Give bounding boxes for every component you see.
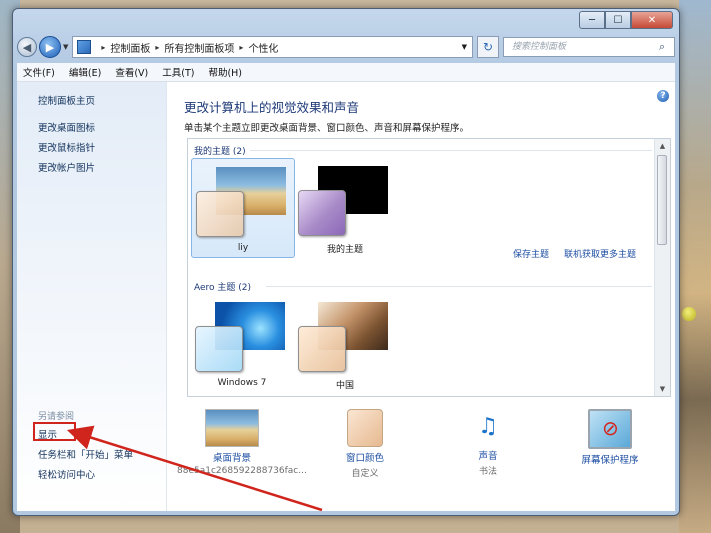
theme-name: 中国 — [335, 381, 354, 391]
window-color-value: 自定义 — [351, 469, 379, 479]
screen-saver-button[interactable]: 屏幕保护程序 — [555, 407, 665, 468]
sidebar-home-link[interactable]: 控制面板主页 — [38, 93, 95, 107]
page-title: 更改计算机上的视觉效果和声音 — [184, 100, 360, 115]
breadcrumb-all-items[interactable]: 所有控制面板项 — [164, 40, 234, 55]
save-theme-link[interactable]: 保存主题 — [513, 247, 549, 260]
back-button[interactable]: ◀ — [17, 37, 37, 57]
scroll-up-arrow[interactable]: ▲ — [655, 139, 670, 153]
desktop-background-label: 桌面背景 — [212, 453, 251, 464]
maximize-button[interactable]: ☐ — [605, 11, 631, 29]
sidebar: 控制面板主页 更改桌面图标 更改鼠标指针 更改帐户图片 另请参阅 显示 任务栏和… — [17, 82, 167, 511]
menu-view[interactable]: 查看(V) — [109, 65, 156, 79]
refresh-button[interactable]: ↻ — [477, 36, 499, 58]
desktop-background-value: 88e5a1c268592288736fac... — [177, 466, 307, 476]
sidebar-link-account-picture[interactable]: 更改帐户图片 — [38, 160, 95, 174]
main-panel: ? 更改计算机上的视觉效果和声音 单击某个主题立即更改桌面背景、窗口颜色、声音和… — [167, 82, 675, 511]
sidebar-link-desktop-icons[interactable]: 更改桌面图标 — [38, 120, 95, 134]
theme-name: Windows 7 — [217, 378, 267, 388]
wallpaper-icon — [205, 409, 259, 447]
recent-pages-dropdown[interactable]: ▼ — [63, 43, 68, 51]
window-controls: ─ ☐ ✕ — [579, 11, 673, 29]
menu-tools[interactable]: 工具(T) — [156, 65, 202, 79]
vertical-scrollbar[interactable]: ▲ ▼ — [654, 139, 670, 396]
menu-help[interactable]: 帮助(H) — [202, 65, 250, 79]
breadcrumb-separator[interactable]: ▸ — [155, 43, 159, 52]
window-color-label: 窗口颜色 — [345, 453, 384, 464]
menu-bar: 文件(F) 编辑(E) 查看(V) 工具(T) 帮助(H) — [17, 63, 675, 82]
theme-item-liy[interactable]: liy — [191, 158, 295, 258]
see-also-heading: 另请参阅 — [38, 412, 75, 422]
theme-color-swatch — [196, 191, 244, 237]
menu-file[interactable]: 文件(F) — [17, 65, 63, 79]
navigation-bar: ◀ ▶ ▼ ▸ 控制面板 ▸ 所有控制面板项 ▸ 个性化 ▼ ↻ ⌕ — [17, 35, 675, 59]
theme-item-china[interactable]: 中国 — [294, 294, 396, 392]
theme-color-swatch — [195, 326, 243, 372]
group-label-my-themes: 我的主题 (2) — [194, 147, 246, 157]
content-area: 控制面板主页 更改桌面图标 更改鼠标指针 更改帐户图片 另请参阅 显示 任务栏和… — [17, 82, 675, 511]
group-divider — [266, 286, 652, 287]
tennis-ball-decoration — [682, 307, 696, 321]
scrollbar-thumb[interactable] — [657, 155, 667, 245]
window-color-button[interactable]: 窗口颜色 自定义 — [310, 407, 420, 479]
personalization-window: ─ ☐ ✕ ◀ ▶ ▼ ▸ 控制面板 ▸ 所有控制面板项 ▸ 个性化 ▼ ↻ ⌕… — [12, 8, 680, 516]
music-notes-icon: ♫ — [478, 414, 498, 439]
sounds-value: 书法 — [478, 467, 497, 477]
theme-item-windows-7[interactable]: Windows 7 — [191, 294, 293, 392]
theme-name: liy — [237, 243, 249, 253]
scroll-down-arrow[interactable]: ▼ — [655, 382, 670, 396]
address-bar[interactable]: ▸ 控制面板 ▸ 所有控制面板项 ▸ 个性化 ▼ — [72, 36, 473, 58]
group-divider — [250, 150, 652, 151]
sounds-button[interactable]: ♫ 声音 书法 — [433, 407, 543, 477]
sidebar-link-taskbar[interactable]: 任务栏和「开始」菜单 — [38, 447, 133, 461]
close-button[interactable]: ✕ — [631, 11, 673, 29]
search-icon[interactable]: ⌕ — [659, 40, 665, 54]
help-icon[interactable]: ? — [657, 90, 669, 102]
desktop-background — [679, 0, 711, 533]
control-panel-icon — [77, 40, 92, 54]
theme-item-my-theme[interactable]: 我的主题 — [294, 158, 396, 256]
search-input[interactable] — [510, 41, 659, 53]
screen-saver-label: 屏幕保护程序 — [581, 455, 639, 466]
minimize-button[interactable]: ─ — [579, 11, 605, 29]
theme-color-swatch — [298, 190, 346, 236]
theme-color-swatch — [298, 326, 346, 372]
page-subtitle: 单击某个主题立即更改桌面背景、窗口颜色、声音和屏幕保护程序。 — [184, 123, 470, 134]
group-label-aero-themes: Aero 主题 (2) — [194, 283, 252, 293]
desktop-background-button[interactable]: 桌面背景 88e5a1c268592288736fac... — [177, 407, 307, 476]
breadcrumb-separator[interactable]: ▸ — [239, 43, 243, 52]
theme-list: 我的主题 (2) liy 我的主题 保存主题 联机获取更多主题 Aero 主题 … — [187, 138, 671, 397]
search-box[interactable]: ⌕ — [503, 37, 675, 57]
color-swatch-icon — [347, 409, 383, 447]
theme-name: 我的主题 — [326, 245, 363, 255]
screen-saver-icon — [588, 409, 632, 449]
forward-button[interactable]: ▶ — [39, 36, 61, 58]
breadcrumb-control-panel[interactable]: 控制面板 — [110, 40, 150, 55]
baidu-watermark: Baidu经验 — [568, 469, 660, 490]
highlight-box — [33, 422, 76, 441]
menu-edit[interactable]: 编辑(E) — [63, 65, 109, 79]
get-more-themes-link[interactable]: 联机获取更多主题 — [564, 247, 636, 260]
breadcrumb-separator[interactable]: ▸ — [101, 43, 105, 52]
sidebar-link-mouse-pointers[interactable]: 更改鼠标指针 — [38, 140, 95, 154]
sidebar-link-ease-of-access[interactable]: 轻松访问中心 — [38, 467, 95, 481]
sounds-label: 声音 — [478, 451, 498, 462]
address-dropdown-icon[interactable]: ▼ — [457, 43, 472, 51]
breadcrumb-personalization[interactable]: 个性化 — [248, 40, 278, 55]
